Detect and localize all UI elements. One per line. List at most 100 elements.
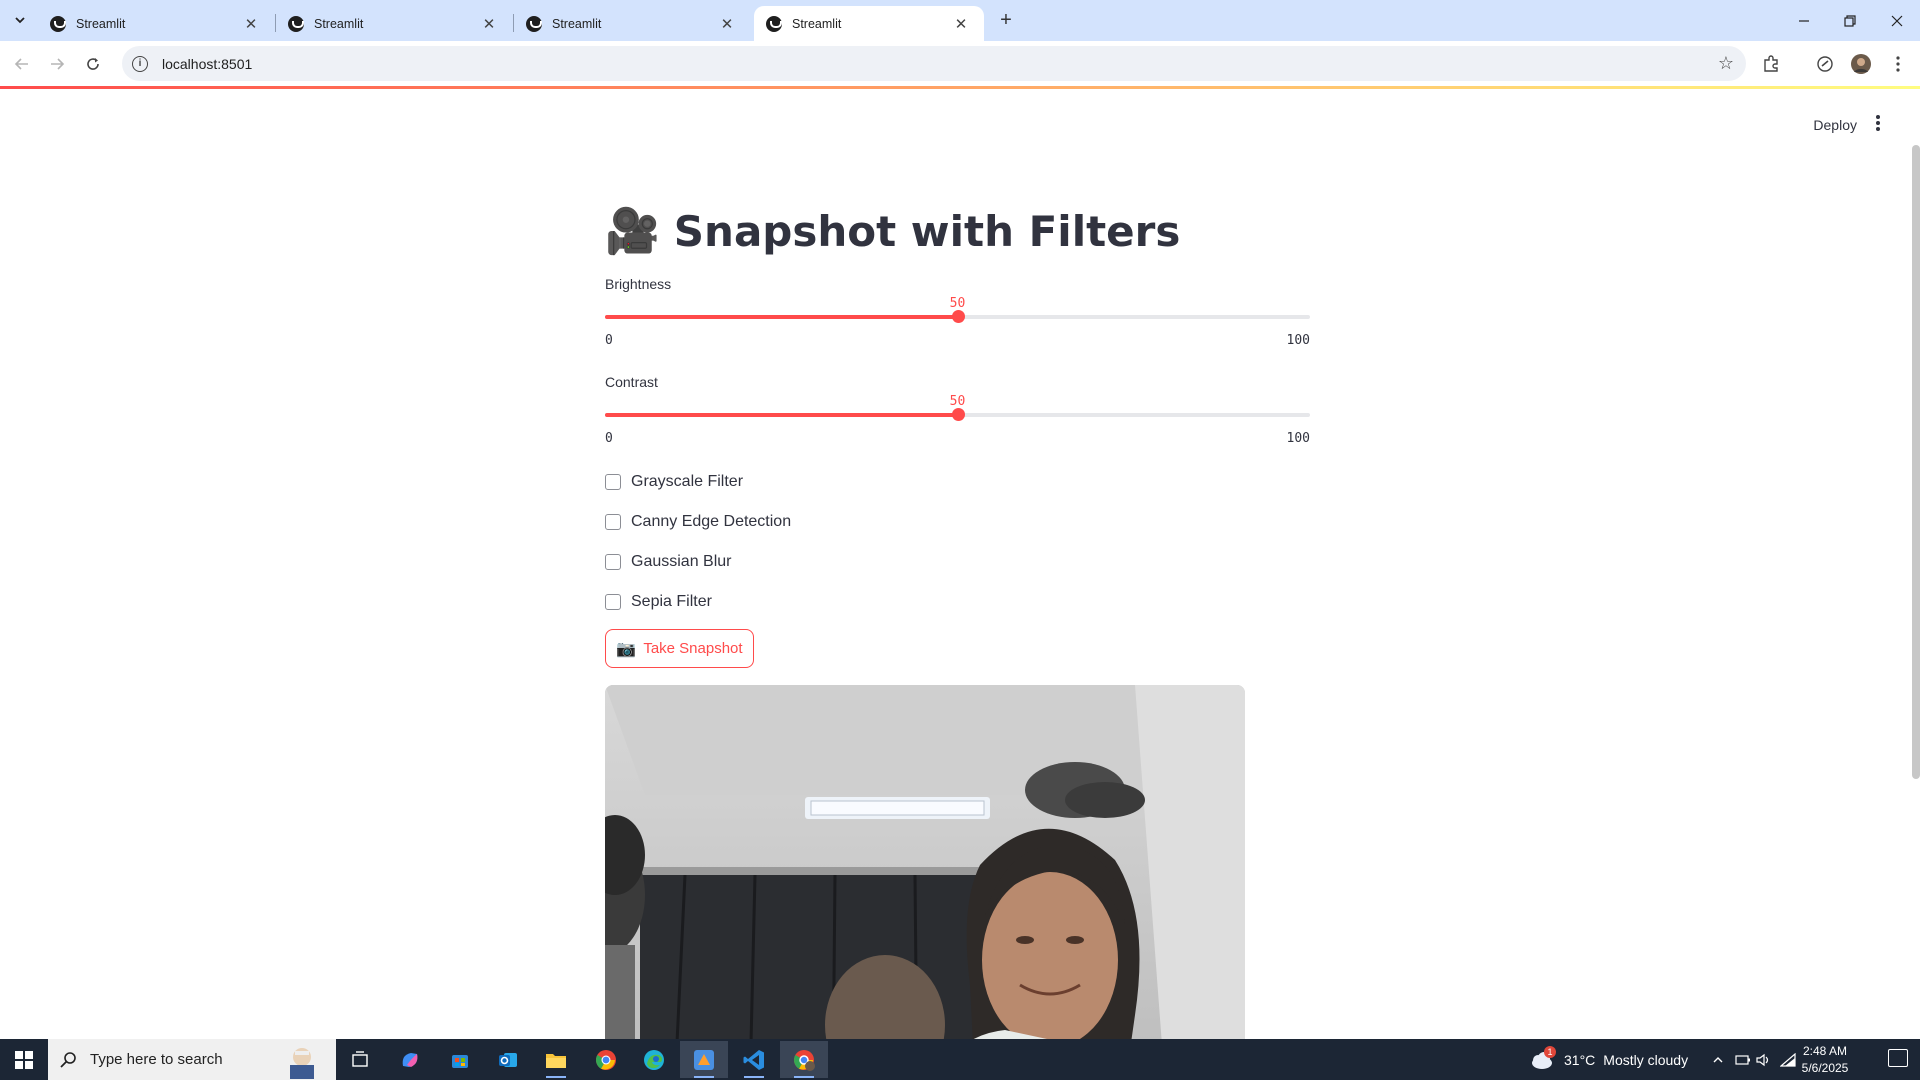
browser-tab[interactable]: Streamlit ✕ bbox=[38, 6, 274, 41]
slider-track[interactable] bbox=[605, 408, 1310, 421]
microsoft-store-icon[interactable] bbox=[436, 1041, 484, 1078]
notification-center-icon[interactable] bbox=[1888, 1049, 1908, 1067]
checkbox-label[interactable]: Sepia Filter bbox=[631, 593, 712, 611]
weather-temperature: 31°C bbox=[1564, 1051, 1596, 1068]
tab-close-icon[interactable]: ✕ bbox=[718, 15, 736, 33]
restore-icon[interactable] bbox=[1827, 0, 1873, 41]
minimize-icon[interactable] bbox=[1781, 0, 1827, 41]
tab-close-icon[interactable]: ✕ bbox=[480, 15, 498, 33]
camera-icon: 📷 bbox=[616, 640, 637, 658]
copilot-icon[interactable] bbox=[1812, 51, 1838, 77]
new-tab-plus-icon[interactable]: + bbox=[992, 8, 1020, 32]
weather-alert-badge: 1 bbox=[1544, 1046, 1556, 1058]
page-title: 🎥 Snapshot with Filters bbox=[605, 202, 1180, 260]
search-placeholder: Type here to search bbox=[90, 1051, 223, 1068]
site-info-icon[interactable]: i bbox=[132, 55, 148, 72]
slider-value: 50 bbox=[949, 394, 966, 409]
extensions-icon[interactable] bbox=[1758, 51, 1784, 77]
tab-close-icon[interactable]: ✕ bbox=[952, 15, 970, 33]
outlook-icon[interactable] bbox=[484, 1041, 532, 1078]
forward-arrow-icon[interactable] bbox=[45, 52, 69, 76]
streamlit-favicon-icon bbox=[50, 15, 66, 32]
bookmark-star-icon[interactable]: ☆ bbox=[1718, 53, 1734, 74]
weather-widget[interactable]: 1 31°C Mostly cloudy bbox=[1528, 1039, 1688, 1080]
slider-track[interactable] bbox=[605, 310, 1310, 323]
slider-label: Contrast bbox=[605, 374, 658, 390]
slider-value: 50 bbox=[949, 296, 966, 311]
checkbox-canny-edge-detection[interactable]: Canny Edge Detection bbox=[605, 510, 791, 534]
taskbar-search-box[interactable]: Type here to search bbox=[48, 1039, 336, 1080]
azure-app-icon[interactable] bbox=[680, 1041, 728, 1078]
profile-avatar[interactable] bbox=[1848, 51, 1874, 77]
checkbox-gaussian-blur[interactable]: Gaussian Blur bbox=[605, 550, 732, 574]
take-snapshot-button[interactable]: 📷 Take Snapshot bbox=[605, 629, 754, 668]
slider-thumb[interactable] bbox=[951, 310, 965, 323]
app-menu-icon[interactable] bbox=[1868, 111, 1888, 135]
tab-title: Streamlit bbox=[76, 16, 126, 31]
file-explorer-icon[interactable] bbox=[532, 1041, 580, 1078]
browser-toolbar: i localhost:8501 ☆ bbox=[0, 41, 1920, 86]
checkbox-label[interactable]: Grayscale Filter bbox=[631, 473, 743, 491]
slider-min: 0 bbox=[605, 333, 613, 348]
url-text: localhost:8501 bbox=[162, 55, 253, 72]
battery-icon[interactable] bbox=[1735, 1039, 1751, 1080]
checkbox-label[interactable]: Gaussian Blur bbox=[631, 553, 732, 571]
page-scrollbar[interactable] bbox=[1912, 145, 1920, 779]
streamlit-favicon-icon bbox=[288, 15, 304, 32]
reload-icon[interactable] bbox=[81, 52, 105, 76]
tab-title: Streamlit bbox=[792, 16, 842, 31]
address-bar[interactable]: i localhost:8501 ☆ bbox=[122, 46, 1746, 81]
streamlit-app: Deploy 🎥 Snapshot with Filters Brightnes… bbox=[0, 89, 1920, 1039]
deploy-button[interactable]: Deploy bbox=[1805, 113, 1865, 137]
browser-tab[interactable]: Streamlit ✕ bbox=[514, 6, 750, 41]
browser-menu-icon[interactable] bbox=[1885, 51, 1911, 77]
tab-close-icon[interactable]: ✕ bbox=[242, 15, 260, 33]
slider-label: Brightness bbox=[605, 276, 672, 292]
vscode-icon[interactable] bbox=[730, 1041, 778, 1078]
tab-title: Streamlit bbox=[314, 16, 364, 31]
camera-feed-scene bbox=[605, 685, 1245, 1039]
checkbox-box[interactable] bbox=[605, 474, 621, 490]
page-title-text: Snapshot with Filters bbox=[673, 206, 1181, 256]
checkbox-box[interactable] bbox=[605, 594, 621, 610]
streamlit-favicon-icon bbox=[766, 15, 782, 32]
chrome-profile-icon[interactable] bbox=[780, 1041, 828, 1078]
edge-icon[interactable] bbox=[630, 1041, 678, 1078]
clock-time: 2:48 AM bbox=[1802, 1044, 1848, 1058]
slider-min: 0 bbox=[605, 431, 613, 446]
browser-tab[interactable]: Streamlit ✕ bbox=[276, 6, 512, 41]
show-hidden-icons-chevron-icon[interactable] bbox=[1712, 1039, 1724, 1080]
slider-fill bbox=[605, 413, 958, 417]
tab-search-chevron-icon[interactable] bbox=[6, 8, 34, 32]
streamlit-favicon-icon bbox=[526, 15, 542, 32]
windows-taskbar: Type here to search 1 31°C Mostly cloudy bbox=[0, 1039, 1920, 1080]
brightness-slider: Brightness 50 0 100 bbox=[605, 276, 1310, 356]
checkbox-box[interactable] bbox=[605, 514, 621, 530]
movie-camera-icon: 🎥 bbox=[605, 206, 660, 257]
search-icon bbox=[60, 1051, 76, 1068]
slider-max: 100 bbox=[1286, 431, 1310, 446]
contrast-slider: Contrast 50 0 100 bbox=[605, 374, 1310, 454]
browser-tab-active[interactable]: Streamlit ✕ bbox=[754, 6, 984, 41]
copilot-app-icon[interactable] bbox=[386, 1041, 434, 1078]
checkbox-box[interactable] bbox=[605, 554, 621, 570]
chrome-icon[interactable] bbox=[582, 1041, 630, 1078]
checkbox-sepia-filter[interactable]: Sepia Filter bbox=[605, 590, 712, 614]
slider-max: 100 bbox=[1286, 333, 1310, 348]
weather-condition: Mostly cloudy bbox=[1603, 1051, 1689, 1068]
checkbox-label[interactable]: Canny Edge Detection bbox=[631, 513, 791, 531]
window-close-icon[interactable] bbox=[1874, 0, 1920, 41]
clock-date: 5/6/2025 bbox=[1801, 1061, 1849, 1075]
browser-tab-strip: Streamlit ✕ Streamlit ✕ Streamlit ✕ Stre… bbox=[0, 0, 1920, 41]
take-snapshot-label: Take Snapshot bbox=[643, 640, 743, 657]
slider-thumb[interactable] bbox=[951, 408, 965, 421]
taskbar-clock[interactable]: 2:48 AM 5/6/2025 bbox=[1790, 1043, 1860, 1077]
checkbox-grayscale-filter[interactable]: Grayscale Filter bbox=[605, 470, 743, 494]
camera-feed-image bbox=[605, 685, 1245, 1039]
windows-start-icon[interactable] bbox=[0, 1039, 48, 1080]
search-highlight-icon bbox=[290, 1048, 314, 1079]
back-arrow-icon[interactable] bbox=[10, 52, 34, 76]
tab-title: Streamlit bbox=[552, 16, 602, 31]
task-view-icon[interactable] bbox=[336, 1041, 384, 1078]
volume-icon[interactable] bbox=[1756, 1039, 1772, 1080]
